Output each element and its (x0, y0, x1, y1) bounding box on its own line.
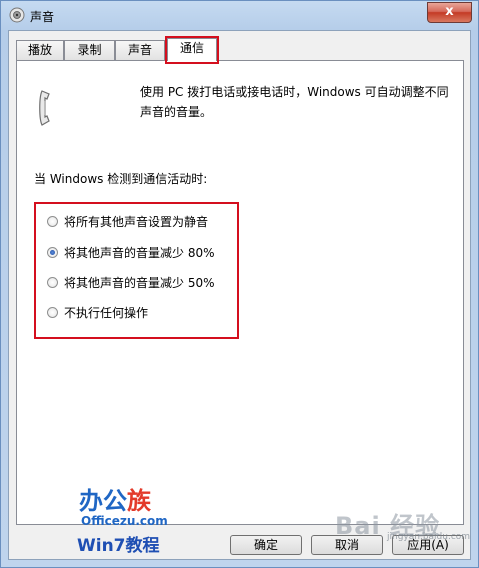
logo-title-part1: 办公 (79, 487, 127, 515)
logo-site: Officezu.com (81, 514, 168, 528)
logo-title-part2: 族 (127, 487, 151, 515)
radio-button-checked[interactable] (47, 246, 58, 258)
options-highlight-box: 将所有其他声音设置为静音 将其他声音的音量减少 80% 将其他声音的音量减少 5… (34, 202, 239, 339)
option-do-nothing[interactable]: 不执行任何操作 (47, 302, 148, 322)
officezu-logo: 办公族 Officezu.com Win7教程 (77, 481, 179, 561)
close-icon: x (445, 4, 454, 19)
option-mute-all[interactable]: 将所有其他声音设置为静音 (47, 211, 208, 231)
tab-recording[interactable]: 录制 (64, 40, 115, 60)
option-reduce-80[interactable]: 将其他声音的音量减少 80% (47, 242, 215, 262)
phone-icon (39, 90, 50, 126)
window-title: 声音 (30, 10, 55, 24)
ok-button[interactable]: 确定 (230, 535, 302, 555)
option-label: 不执行任何操作 (64, 305, 149, 320)
tab-label: 录制 (77, 43, 102, 57)
radio-button[interactable] (47, 276, 58, 288)
logo-tagline: Win7教程 (77, 536, 160, 556)
radio-button[interactable] (47, 306, 58, 318)
close-button[interactable]: x (427, 2, 472, 23)
option-label: 将其他声音的音量减少 80% (64, 245, 215, 260)
title-bar[interactable]: 声音 x (1, 1, 478, 29)
tab-highlight-box (165, 36, 219, 64)
option-label: 将其他声音的音量减少 50% (64, 275, 215, 290)
detect-label: 当 Windows 检测到通信活动时: (34, 172, 208, 186)
tab-playback[interactable]: 播放 (16, 40, 64, 60)
radio-button[interactable] (47, 215, 58, 227)
baidu-watermark-url: jingyan.baidu.com (387, 532, 471, 542)
tab-label: 声音 (127, 43, 152, 57)
logo-title: 办公族 (79, 481, 151, 516)
option-label: 将所有其他声音设置为静音 (64, 214, 209, 229)
speaker-icon (9, 7, 25, 23)
communications-panel: 使用 PC 拨打电话或接电话时，Windows 可自动调整不同声音的音量。 当 … (16, 60, 464, 525)
sound-dialog-window: 声音 x 播放 录制 声音 通信 使用 PC 拨打电话或接电话时，Windows… (0, 0, 479, 568)
tab-sounds[interactable]: 声音 (115, 40, 165, 60)
panel-description: 使用 PC 拨打电话或接电话时，Windows 可自动调整不同声音的音量。 (140, 85, 449, 119)
option-reduce-50[interactable]: 将其他声音的音量减少 50% (47, 272, 215, 292)
dialog-client-area: 播放 录制 声音 通信 使用 PC 拨打电话或接电话时，Windows 可自动调… (8, 30, 471, 560)
tab-label: 播放 (27, 43, 52, 57)
